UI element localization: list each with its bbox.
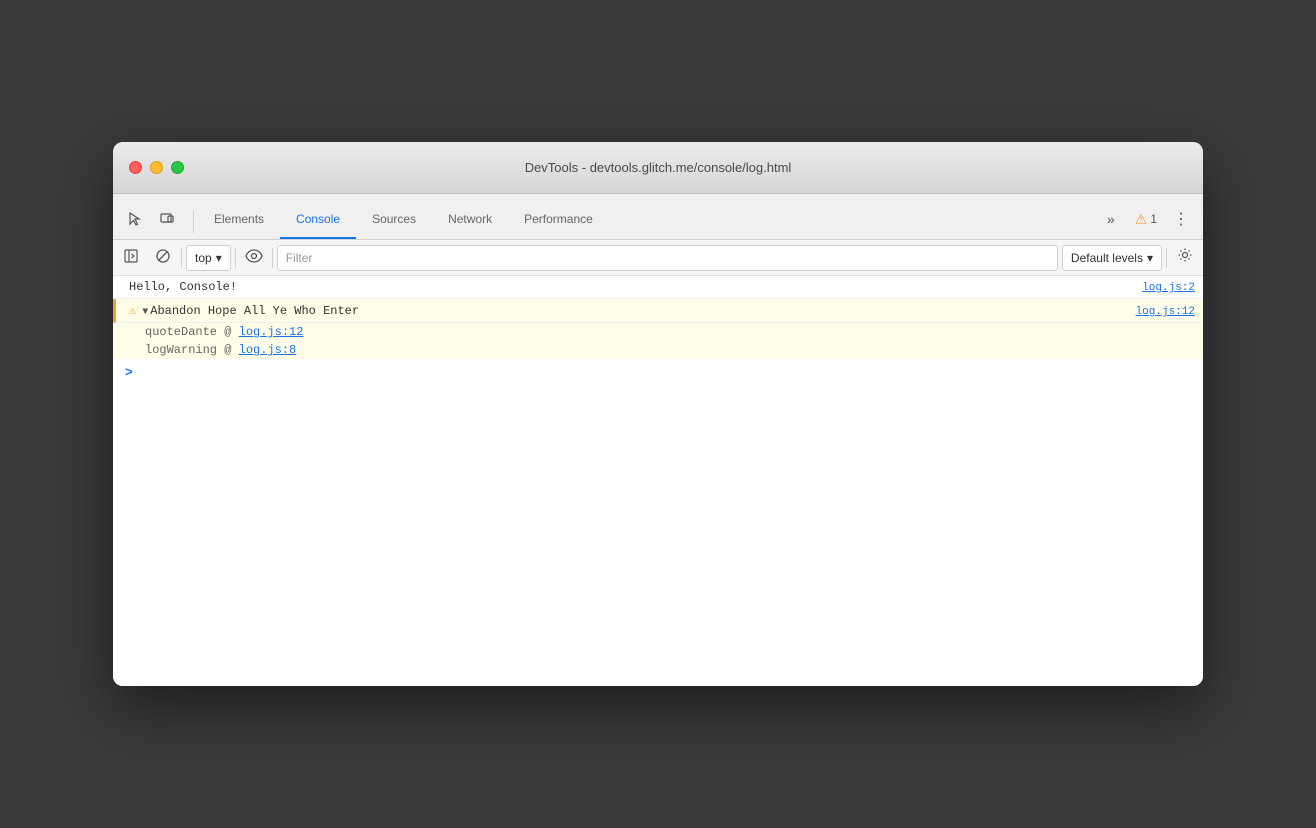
tab-elements[interactable]: Elements (198, 201, 280, 239)
stack-row-1: logWarning @ log.js:8 (113, 341, 1203, 359)
tab-network[interactable]: Network (432, 201, 508, 239)
log-source-hello[interactable]: log.js:2 (1142, 282, 1195, 294)
console-prompt-icon: > (125, 365, 133, 380)
tab-performance[interactable]: Performance (508, 201, 609, 239)
more-tabs-button[interactable]: » (1097, 205, 1125, 233)
tab-divider (193, 211, 194, 233)
menu-dots-icon: ⋮ (1173, 209, 1189, 229)
device-toolbar-button[interactable] (153, 205, 181, 233)
titlebar: DevTools - devtools.glitch.me/console/lo… (113, 142, 1203, 194)
tabs: Elements Console Sources Network Perform… (198, 194, 1097, 239)
toolbar-divider-4 (1166, 248, 1167, 268)
toolbar-divider-1 (181, 248, 182, 268)
console-toolbar: top ▾ Default levels ▾ (113, 240, 1203, 276)
log-levels-selector[interactable]: Default levels ▾ (1062, 245, 1162, 271)
filter-input[interactable] (277, 245, 1058, 271)
levels-dropdown-arrow: ▾ (1147, 251, 1153, 265)
console-empty-area (113, 386, 1203, 686)
stack-link-0[interactable]: log.js:12 (239, 325, 304, 339)
devtools-window: DevTools - devtools.glitch.me/console/lo… (113, 142, 1203, 686)
tabbar: Elements Console Sources Network Perform… (113, 194, 1203, 240)
sidebar-toggle-icon (123, 248, 139, 267)
devtools-menu-button[interactable]: ⋮ (1167, 205, 1195, 233)
toolbar-divider-2 (235, 248, 236, 268)
context-dropdown-arrow: ▾ (216, 251, 222, 265)
warning-count: 1 (1150, 212, 1157, 226)
log-source-warning[interactable]: log.js:12 (1136, 306, 1195, 318)
log-row-warning: ⚠ ▼ Abandon Hope All Ye Who Enter log.js… (113, 299, 1203, 323)
live-expressions-button[interactable] (240, 244, 268, 272)
window-controls (129, 161, 184, 174)
console-output: Hello, Console! log.js:2 ⚠ ▼ Abandon Hop… (113, 276, 1203, 686)
tabbar-right-icons: » ⚠ 1 ⋮ (1097, 205, 1195, 239)
gear-icon (1177, 247, 1193, 268)
eye-icon (245, 249, 263, 266)
warning-triangle-icon: ⚠ (1135, 211, 1148, 228)
warning-badge[interactable]: ⚠ 1 (1129, 208, 1163, 231)
tab-sources[interactable]: Sources (356, 201, 432, 239)
console-input-row[interactable]: > (113, 359, 1203, 386)
clear-icon (155, 248, 171, 267)
stack-link-1[interactable]: log.js:8 (239, 343, 297, 357)
context-label: top (195, 251, 212, 265)
stack-label-0: quoteDante @ (145, 325, 239, 339)
maximize-button[interactable] (171, 161, 184, 174)
toolbar-divider-3 (272, 248, 273, 268)
expand-arrow[interactable]: ▼ (142, 307, 148, 318)
warning-row-icon: ⚠ (129, 303, 136, 318)
tabbar-left-icons (121, 205, 181, 239)
stack-label-1: logWarning @ (145, 343, 239, 357)
levels-label: Default levels (1071, 251, 1143, 265)
log-message-warning: Abandon Hope All Ye Who Enter (150, 304, 1127, 318)
stack-row-0: quoteDante @ log.js:12 (113, 323, 1203, 341)
log-row-info: Hello, Console! log.js:2 (113, 276, 1203, 299)
window-title: DevTools - devtools.glitch.me/console/lo… (525, 160, 792, 175)
minimize-button[interactable] (150, 161, 163, 174)
show-console-sidebar-button[interactable] (117, 244, 145, 272)
log-message-hello: Hello, Console! (129, 280, 1134, 294)
close-button[interactable] (129, 161, 142, 174)
console-settings-button[interactable] (1171, 244, 1199, 272)
cursor-tool-button[interactable] (121, 205, 149, 233)
context-selector[interactable]: top ▾ (186, 245, 231, 271)
clear-console-button[interactable] (149, 244, 177, 272)
tab-console[interactable]: Console (280, 201, 356, 239)
